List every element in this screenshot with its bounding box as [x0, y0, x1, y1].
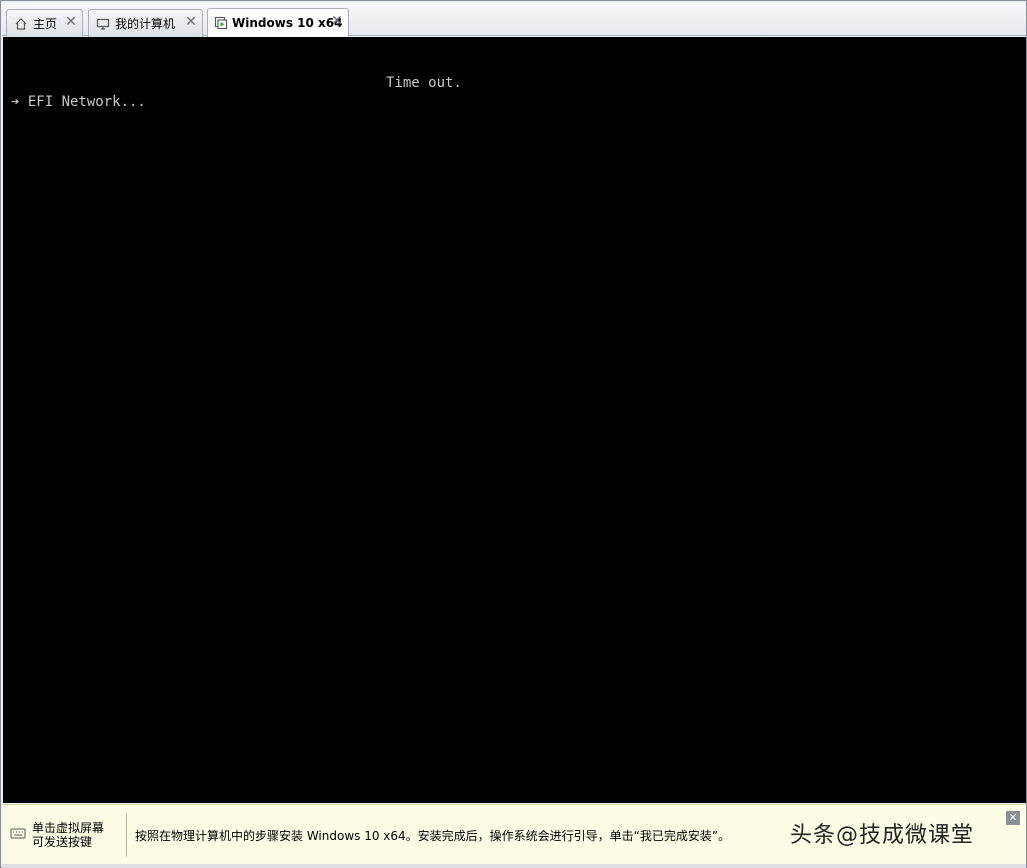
close-icon[interactable]: ✕: [185, 15, 197, 29]
boot-option-efi-network: ➔ EFI Network...: [11, 94, 146, 110]
divider: [126, 813, 127, 857]
status-bar: [2, 864, 1026, 868]
keyboard-icon: [10, 827, 26, 841]
click-hint: 单击虚拟屏幕 可发送按键: [32, 821, 104, 849]
close-icon[interactable]: ✕: [331, 14, 343, 28]
notification-bar: 单击虚拟屏幕 可发送按键 按照在物理计算机中的步骤安装 Windows 10 x…: [2, 804, 1026, 864]
vmware-window: 主页 ✕ 我的计算机 ✕ Windows 10 x64 ✕ Time out. …: [0, 0, 1027, 868]
timeout-text: Time out.: [386, 75, 462, 91]
tab-label: 主页: [33, 17, 58, 31]
hint-line-2: 可发送按键: [32, 835, 93, 849]
close-icon[interactable]: ✕: [1006, 811, 1020, 825]
vm-console-screen[interactable]: Time out. ➔ EFI Network...: [3, 37, 1026, 803]
vm-running-icon: [214, 15, 228, 31]
tab-label: Windows 10 x64: [232, 16, 343, 30]
tab-windows-10-x64[interactable]: Windows 10 x64 ✕: [207, 8, 349, 37]
close-icon[interactable]: ✕: [65, 15, 77, 29]
install-message: 按照在物理计算机中的步骤安装 Windows 10 x64。安装完成后，操作系统…: [135, 829, 731, 843]
hint-line-1: 单击虚拟屏幕: [32, 821, 105, 835]
tab-my-computer[interactable]: 我的计算机 ✕: [88, 9, 203, 37]
tab-label: 我的计算机: [115, 17, 176, 31]
monitor-icon: [95, 16, 111, 32]
tab-strip: 主页 ✕ 我的计算机 ✕ Windows 10 x64 ✕: [2, 2, 1026, 37]
tab-home[interactable]: 主页 ✕: [6, 9, 83, 37]
watermark: 头条@技成微课堂: [790, 823, 975, 848]
home-icon: [13, 16, 29, 32]
